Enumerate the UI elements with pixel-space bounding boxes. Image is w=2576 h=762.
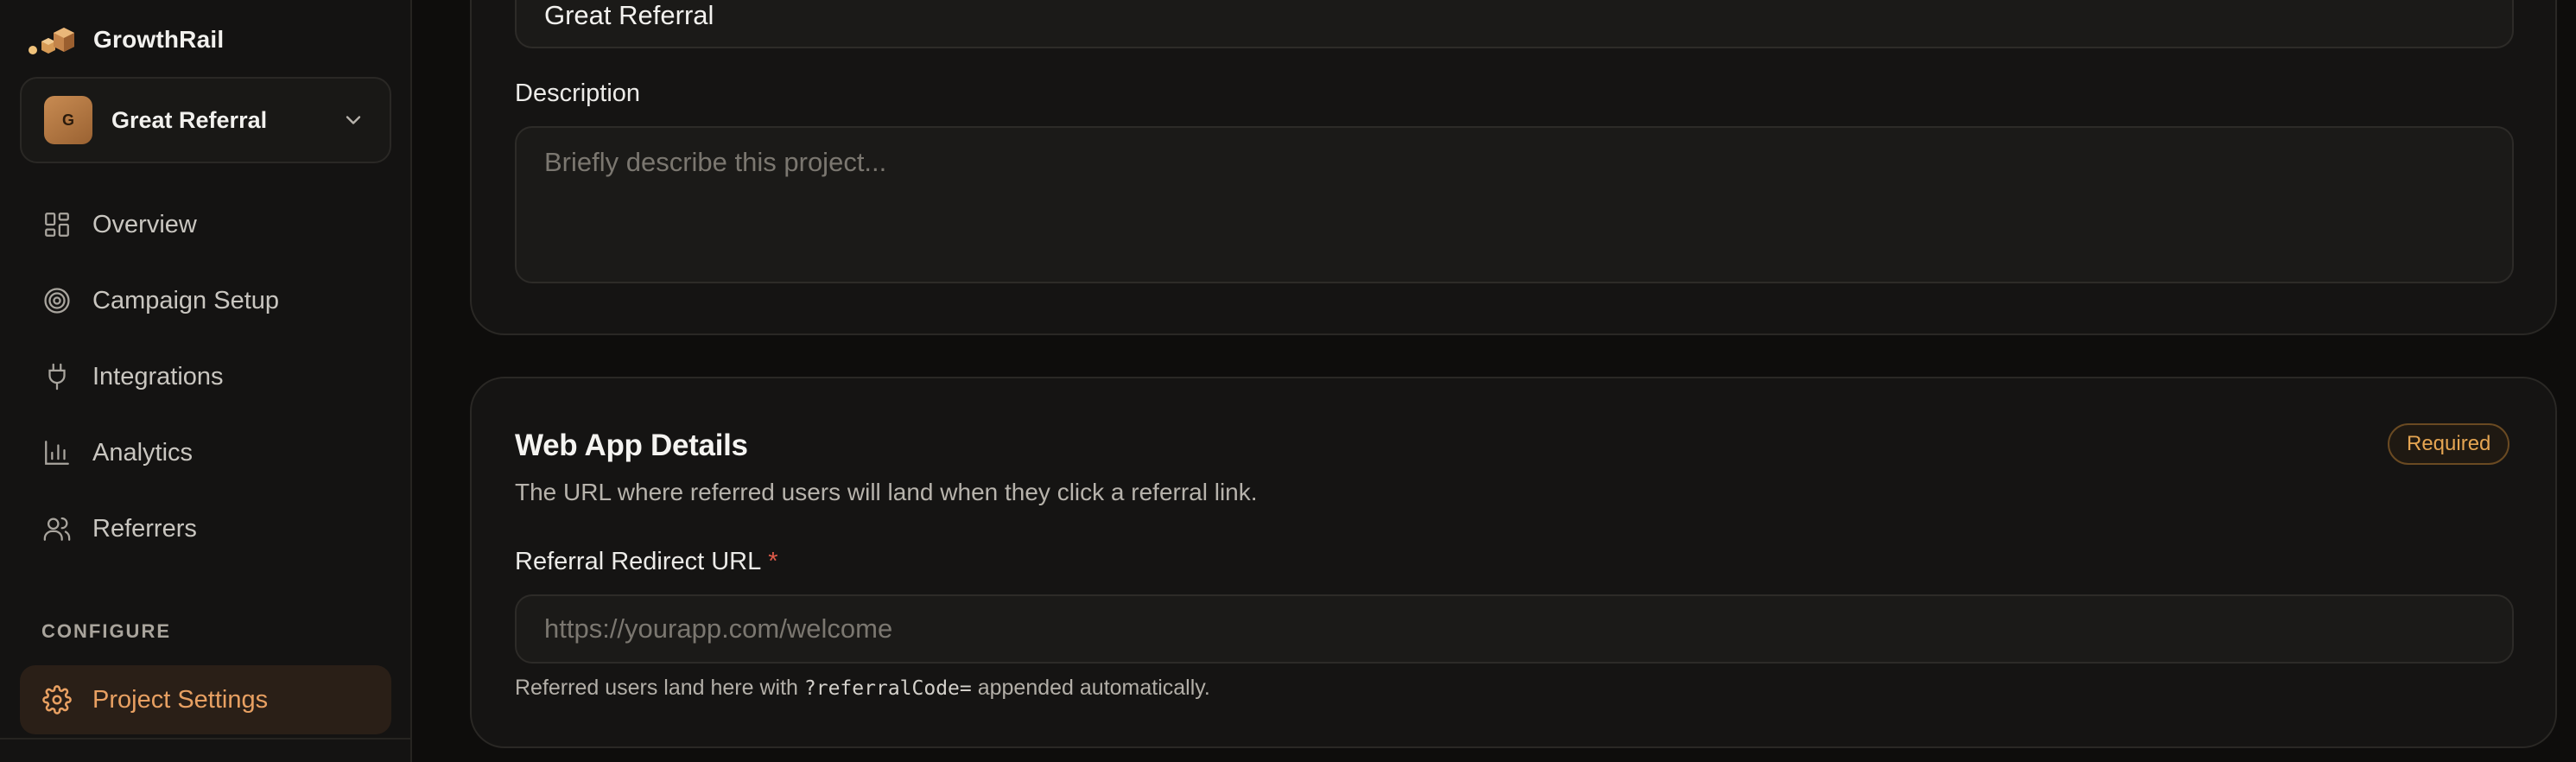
description-placeholder: Briefly describe this project... xyxy=(544,147,887,177)
target-icon xyxy=(41,284,73,317)
section-label-configure: CONFIGURE xyxy=(41,620,171,642)
sidebar-item-label: Overview xyxy=(92,210,197,238)
brand-name: GrowthRail xyxy=(93,26,225,53)
sidebar-divider xyxy=(0,738,410,740)
description-label: Description xyxy=(515,79,641,107)
plug-icon xyxy=(41,360,73,393)
stacked-cubes-icon xyxy=(28,24,79,55)
sidebar-item-overview[interactable]: Overview xyxy=(20,192,391,257)
sidebar-item-integrations[interactable]: Integrations xyxy=(20,344,391,410)
help-code: ?referralCode= xyxy=(803,677,972,700)
description-textarea[interactable]: Briefly describe this project... xyxy=(515,126,2514,283)
bar-chart-icon xyxy=(41,436,73,469)
sidebar-item-analytics[interactable]: Analytics xyxy=(20,420,391,486)
web-app-details-title: Web App Details xyxy=(515,429,748,462)
sidebar-nav: Overview Campaign Setup Integrations Ana… xyxy=(20,192,391,572)
required-asterisk: * xyxy=(768,548,778,575)
sidebar-item-label: Analytics xyxy=(92,438,194,467)
project-avatar: G xyxy=(44,96,92,144)
sidebar-item-campaign-setup[interactable]: Campaign Setup xyxy=(20,268,391,333)
project-name-input[interactable]: Great Referral xyxy=(515,0,2514,48)
grid-icon xyxy=(41,208,73,241)
web-app-details-subtitle: The URL where referred users will land w… xyxy=(515,479,1258,505)
required-badge: Required xyxy=(2388,423,2510,465)
project-switcher-name: Great Referral xyxy=(111,106,268,133)
brand[interactable]: GrowthRail xyxy=(28,24,224,55)
users-icon xyxy=(41,512,73,545)
help-suffix: appended automatically. xyxy=(971,676,1210,700)
project-name-value: Great Referral xyxy=(544,0,714,30)
sidebar-item-label: Project Settings xyxy=(92,685,269,714)
gear-icon xyxy=(41,683,73,716)
referral-redirect-url-label: Referral Redirect URL * xyxy=(515,548,778,576)
sidebar-item-label: Integrations xyxy=(92,362,224,391)
help-prefix: Referred users land here with xyxy=(515,676,804,700)
url-label-text: Referral Redirect URL xyxy=(515,548,762,575)
sidebar-item-project-settings[interactable]: Project Settings xyxy=(20,665,391,734)
chevron-down-icon xyxy=(346,116,361,124)
referral-redirect-url-input[interactable]: https://yourapp.com/welcome xyxy=(515,594,2514,664)
project-switcher[interactable]: G Great Referral xyxy=(20,77,391,163)
sidebar-item-label: Campaign Setup xyxy=(92,286,280,314)
url-help-text: Referred users land here with ?referralC… xyxy=(515,676,1210,701)
sidebar-item-label: Referrers xyxy=(92,514,197,543)
project-details-card: Great Referral Description Briefly descr… xyxy=(470,0,2557,335)
web-app-details-card: Web App Details Required The URL where r… xyxy=(470,377,2557,748)
sidebar-item-referrers[interactable]: Referrers xyxy=(20,496,391,562)
url-placeholder: https://yourapp.com/welcome xyxy=(544,613,893,644)
sidebar: GrowthRail G Great Referral Overview Cam… xyxy=(0,0,412,762)
